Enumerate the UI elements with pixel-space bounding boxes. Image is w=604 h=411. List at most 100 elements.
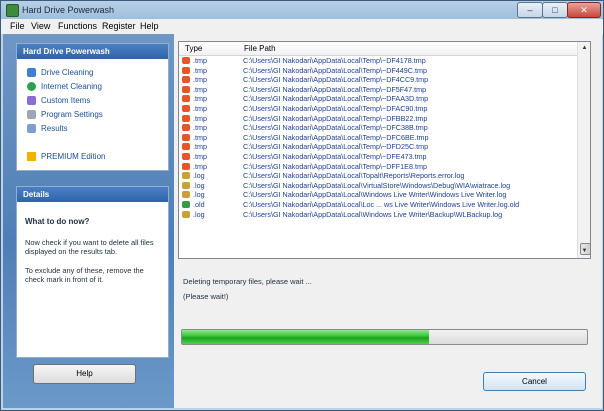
nav-premium-edition[interactable]: PREMIUM Edition (27, 152, 105, 163)
vertical-scrollbar[interactable]: ▲ ▼ (577, 42, 590, 258)
row-file-path: C:\Users\GI Nakodari\AppData\Local\Temp\… (243, 161, 427, 171)
table-row[interactable]: .tmp C:\Users\GI Nakodari\AppData\Local\T… (179, 66, 577, 76)
file-list[interactable]: Type File Path .tmp C:\Users\GI Nakodari\… (178, 41, 591, 259)
table-row[interactable]: .log C:\Users\GI Nakodari\AppData\Local\T… (179, 171, 577, 181)
row-type: .tmp (193, 142, 207, 152)
nav-program-settings-label: Program Settings (41, 110, 103, 119)
title-bar[interactable]: Hard Drive Powerwash – □ ✕ (1, 1, 603, 19)
column-file-path[interactable]: File Path (244, 44, 276, 53)
menu-help[interactable]: Help (140, 21, 159, 31)
globe-icon (27, 82, 36, 92)
menu-functions[interactable]: Functions (58, 21, 97, 31)
tmp-file-icon (182, 85, 190, 93)
tmp-file-icon (182, 66, 190, 74)
table-row[interactable]: .tmp C:\Users\GI Nakodari\AppData\Local\T… (179, 142, 577, 152)
table-row[interactable]: .tmp C:\Users\GI Nakodari\AppData\Local\T… (179, 94, 577, 104)
cancel-button[interactable]: Cancel (483, 372, 586, 391)
log-file-icon (182, 191, 190, 199)
table-row[interactable]: .old C:\Users\GI Nakodari\AppData\Local\L… (179, 200, 577, 210)
scroll-up-icon[interactable]: ▲ (579, 43, 590, 53)
status-line-1: Deleting temporary files, please wait ..… (183, 277, 312, 286)
row-type: .tmp (193, 103, 207, 113)
nav-drive-cleaning-label: Drive Cleaning (41, 68, 94, 77)
tmp-file-icon (182, 152, 190, 160)
tmp-file-icon (182, 124, 190, 132)
help-button[interactable]: Help (33, 364, 136, 384)
row-file-path: C:\Users\GI Nakodari\AppData\Local\Windo… (243, 190, 507, 200)
row-file-path: C:\Users\GI Nakodari\AppData\Local\Windo… (243, 209, 503, 219)
table-row[interactable]: .tmp C:\Users\GI Nakodari\AppData\Local\T… (179, 152, 577, 162)
row-file-path: C:\Users\GI Nakodari\AppData\Local\Temp\… (243, 123, 428, 133)
tmp-file-icon (182, 57, 190, 64)
tmp-file-icon (182, 95, 190, 103)
row-type: .tmp (193, 151, 207, 161)
status-line-2: (Please wait!) (183, 292, 229, 301)
table-row[interactable]: .log C:\Users\GI Nakodari\AppData\Local\V… (179, 181, 577, 191)
row-file-path: C:\Users\GI Nakodari\AppData\Local\Temp\… (243, 113, 428, 123)
details-heading: What to do now? (25, 217, 90, 226)
table-row[interactable]: .tmp C:\Users\GI Nakodari\AppData\Local\T… (179, 162, 577, 172)
row-file-path: C:\Users\GI Nakodari\AppData\Local\Temp\… (243, 151, 427, 161)
row-file-path: C:\Users\GI Nakodari\AppData\Local\Temp\… (243, 132, 429, 142)
nav-custom-items-label: Custom Items (41, 96, 91, 105)
table-row[interactable]: .log C:\Users\GI Nakodari\AppData\Local\W… (179, 210, 577, 220)
menu-view[interactable]: View (31, 21, 50, 31)
table-row[interactable]: .tmp C:\Users\GI Nakodari\AppData\Local\T… (179, 85, 577, 95)
row-type: .tmp (193, 65, 207, 75)
details-text-1: Now check if you want to delete all file… (25, 238, 154, 256)
nav-drive-cleaning[interactable]: Drive Cleaning (27, 68, 93, 79)
row-type: .tmp (193, 123, 207, 133)
column-type[interactable]: Type (185, 44, 202, 53)
nav-program-settings[interactable]: Program Settings (27, 110, 103, 121)
tmp-file-icon (182, 114, 190, 122)
menu-register[interactable]: Register (102, 21, 136, 31)
main-content: Type File Path .tmp C:\Users\GI Nakodari\… (174, 34, 602, 408)
sidebar: Hard Drive Powerwash Drive Cleaning Inte… (3, 34, 174, 408)
row-file-path: C:\Users\GI Nakodari\AppData\Local\Loc .… (243, 199, 520, 209)
table-row[interactable]: .tmp C:\Users\GI Nakodari\AppData\Local\T… (179, 133, 577, 143)
log-file-icon (182, 181, 190, 189)
row-type: .tmp (193, 161, 207, 171)
maximize-button[interactable]: □ (542, 2, 568, 18)
file-list-header: Type File Path (179, 42, 577, 56)
nav-premium-edition-label: PREMIUM Edition (41, 152, 106, 161)
row-type: .tmp (193, 113, 207, 123)
table-row[interactable]: .tmp C:\Users\GI Nakodari\AppData\Local\T… (179, 104, 577, 114)
row-type: .tmp (193, 75, 207, 85)
row-file-path: C:\Users\GI Nakodari\AppData\Local\Virtu… (243, 180, 511, 190)
close-button[interactable]: ✕ (567, 2, 601, 18)
menu-file[interactable]: File (10, 21, 25, 31)
row-type: .tmp (193, 94, 207, 104)
row-file-path: C:\Users\GI Nakodari\AppData\Local\Temp\… (243, 75, 429, 85)
document-icon (27, 124, 36, 134)
row-type: .old (193, 199, 205, 209)
nav-internet-cleaning[interactable]: Internet Cleaning (27, 82, 102, 93)
log-file-icon (182, 172, 190, 180)
row-file-path: C:\Users\GI Nakodari\AppData\Local\Temp\… (243, 94, 429, 104)
minimize-button[interactable]: – (517, 2, 543, 18)
navigation-panel-title: Hard Drive Powerwash (17, 44, 168, 59)
table-row[interactable]: .tmp C:\Users\GI Nakodari\AppData\Local\T… (179, 56, 577, 66)
nav-custom-items[interactable]: Custom Items (27, 96, 90, 107)
progress-bar-fill (182, 330, 430, 344)
row-type: .tmp (193, 84, 207, 94)
table-row[interactable]: .tmp C:\Users\GI Nakodari\AppData\Local\T… (179, 75, 577, 85)
details-panel: Details What to do now? Now check if you… (16, 186, 169, 358)
app-window: Hard Drive Powerwash – □ ✕ File View Fun… (0, 0, 604, 411)
table-row[interactable]: .log C:\Users\GI Nakodari\AppData\Local\W… (179, 190, 577, 200)
tmp-file-icon (182, 162, 190, 170)
navigation-panel: Hard Drive Powerwash Drive Cleaning Inte… (16, 43, 169, 171)
app-icon (6, 4, 19, 17)
row-file-path: C:\Users\GI Nakodari\AppData\Local\Temp\… (243, 103, 428, 113)
nav-results[interactable]: Results (27, 124, 68, 135)
log-file-icon (182, 210, 190, 218)
progress-bar (181, 329, 588, 345)
old-file-icon (182, 200, 190, 208)
row-type: .log (193, 190, 205, 200)
details-text-2: To exclude any of these, remove the chec… (25, 266, 144, 284)
table-row[interactable]: .tmp C:\Users\GI Nakodari\AppData\Local\T… (179, 114, 577, 124)
row-type: .tmp (193, 132, 207, 142)
table-row[interactable]: .tmp C:\Users\GI Nakodari\AppData\Local\T… (179, 123, 577, 133)
scroll-down-icon[interactable]: ▼ (579, 246, 590, 256)
wrench-icon (27, 110, 36, 120)
